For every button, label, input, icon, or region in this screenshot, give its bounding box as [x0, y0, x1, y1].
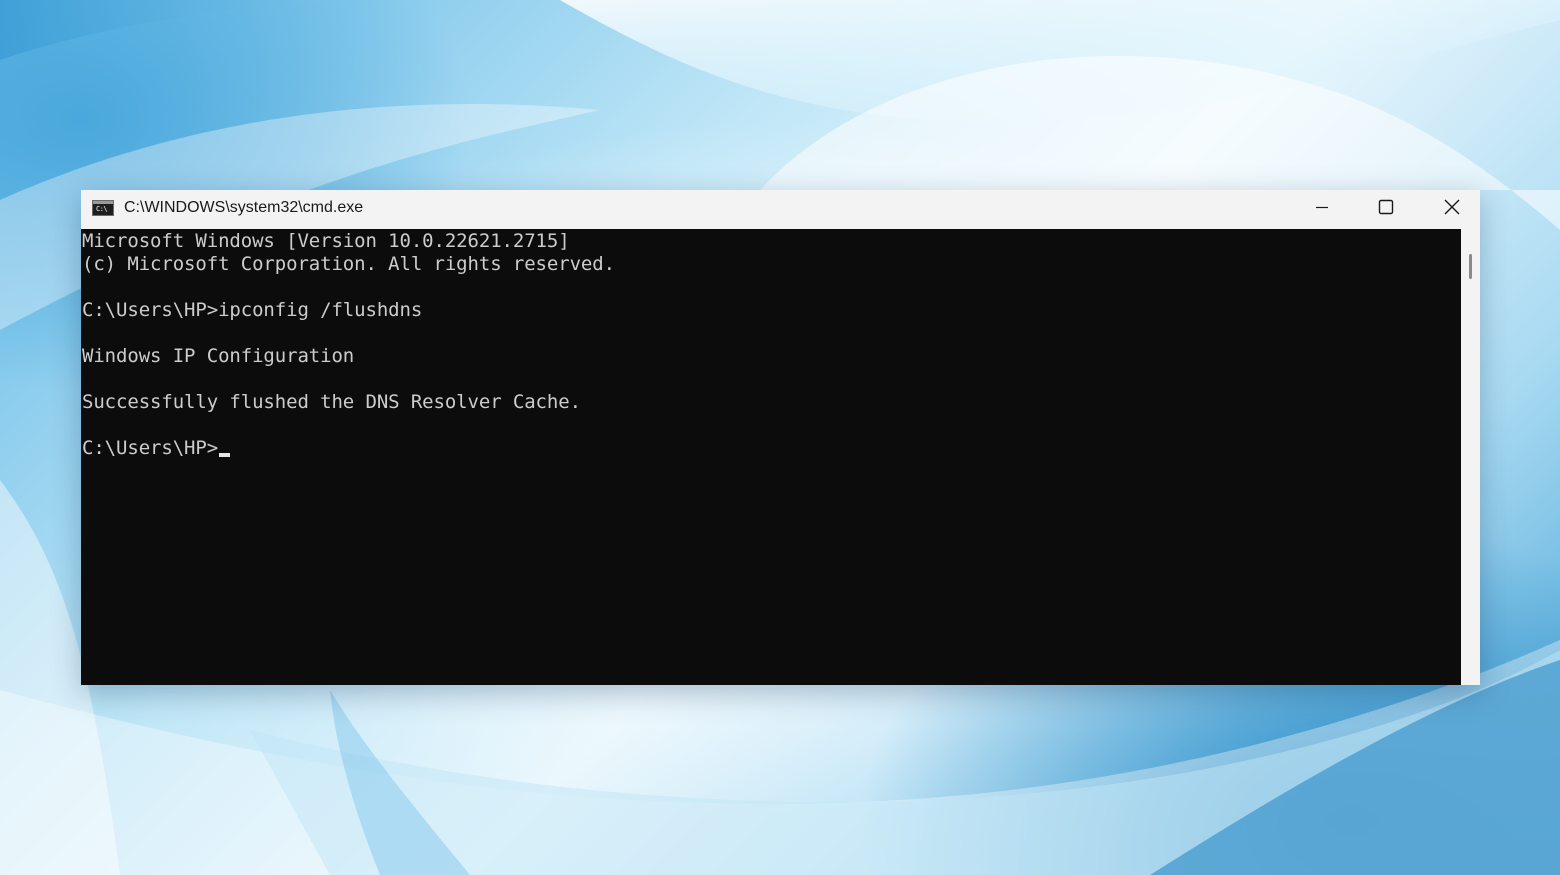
text-cursor — [219, 453, 231, 457]
console-line: (c) Microsoft Corporation. All rights re… — [82, 253, 615, 276]
close-button[interactable] — [1419, 190, 1485, 223]
console-line: C:\Users\HP>ipconfig /flushdns — [82, 299, 615, 322]
window-title: C:\WINDOWS\system32\cmd.exe — [124, 199, 364, 216]
console-line-text: Microsoft Windows [Version 10.0.22621.27… — [82, 230, 570, 252]
cmd-icon[interactable]: C:\ — [92, 200, 114, 216]
console-line-text: Windows IP Configuration — [82, 345, 355, 367]
console-line-text: C:\Users\HP>ipconfig /flushdns — [82, 299, 423, 321]
minimize-icon — [1316, 206, 1328, 208]
cmd-window: C:\ C:\WINDOWS\system32\cmd.exe Microsof… — [81, 190, 1480, 685]
maximize-button[interactable] — [1353, 190, 1419, 223]
vertical-scrollbar[interactable] — [1461, 229, 1480, 685]
close-icon — [1444, 199, 1460, 214]
console-line: Windows IP Configuration — [82, 345, 615, 368]
console-line-text: C:\Users\HP> — [82, 437, 219, 459]
maximize-icon — [1378, 199, 1394, 214]
console-lines: Microsoft Windows [Version 10.0.22621.27… — [82, 230, 615, 460]
console-output[interactable]: Microsoft Windows [Version 10.0.22621.27… — [81, 229, 1461, 685]
cmd-icon-text: C:\ — [96, 205, 108, 213]
console-line-text: (c) Microsoft Corporation. All rights re… — [82, 253, 615, 275]
console-prompt-line: C:\Users\HP> — [82, 437, 615, 460]
title-bar[interactable]: C:\ C:\WINDOWS\system32\cmd.exe — [81, 190, 1480, 229]
console-line: Microsoft Windows [Version 10.0.22621.27… — [82, 230, 615, 253]
minimize-button[interactable] — [1289, 190, 1355, 223]
console-line: Successfully flushed the DNS Resolver Ca… — [82, 391, 615, 414]
console-line-text: Successfully flushed the DNS Resolver Ca… — [82, 391, 581, 413]
scrollbar-thumb[interactable] — [1469, 254, 1472, 279]
